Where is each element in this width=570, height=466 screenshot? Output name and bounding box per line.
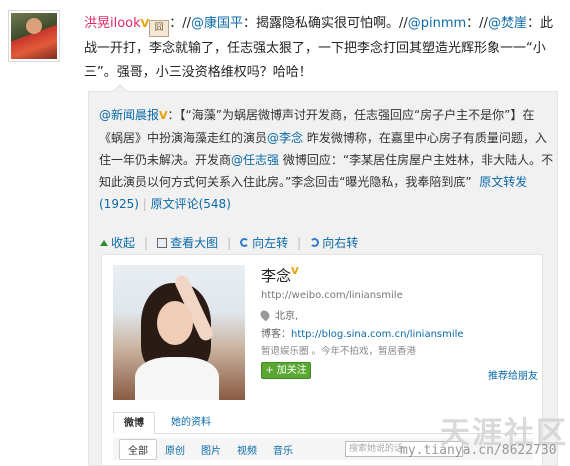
- verified-badge-icon: V: [140, 17, 150, 30]
- profile-url: http://weibo.com/liniansmile: [261, 290, 403, 301]
- recommend-link: 推荐给朋友: [488, 371, 538, 382]
- weibo-post: 洪晃ilookV 囧：//@康国平：揭露隐私确实很可怕啊。//@pinmm：//@…: [0, 0, 570, 466]
- filter-all: 全部: [119, 438, 157, 460]
- quoted-post-text: @新闻晨报V：【“海藻”为蜗居微博声讨开发商，任志强回应“房子户主不是你”】在《…: [99, 104, 554, 215]
- rotate-left-label: 向左转: [252, 236, 289, 250]
- photo-face: [157, 301, 193, 345]
- profile-location: 北京,: [258, 307, 299, 322]
- rotate-left-button[interactable]: 向左转: [240, 234, 288, 251]
- mention-kangguoping[interactable]: @康国平: [191, 16, 243, 31]
- mention-pinmm[interactable]: @pinmm: [408, 16, 466, 31]
- quote-arrow-inner: [113, 86, 127, 93]
- enlarge-icon: [157, 237, 168, 248]
- emoticon-icon: 囧: [149, 20, 170, 37]
- mention-fenya[interactable]: @焚崖: [488, 16, 527, 31]
- quote-source[interactable]: @新闻晨报: [99, 108, 159, 122]
- location-pin-icon: [258, 308, 272, 321]
- watermark-url: my.tianya.cn/8622730: [400, 443, 557, 458]
- collapse-button[interactable]: 收起: [100, 234, 135, 251]
- tab-weibo: 微博: [113, 412, 155, 434]
- image-actions-bar: 收起 | 查看大图 | 向左转 | 向右转: [100, 234, 358, 251]
- filter-videos: 视频: [237, 445, 257, 457]
- tab-profile: 她的资料: [171, 417, 211, 428]
- view-large-button[interactable]: 查看大图: [157, 234, 218, 251]
- rotate-right-button[interactable]: 向右转: [310, 234, 358, 251]
- post-text-segment: ：揭露隐私确实很可怕啊。//: [242, 16, 408, 31]
- rotate-right-icon: [310, 238, 320, 247]
- blog-url: http://blog.sina.com.cn/liniansmile: [291, 329, 464, 340]
- collapse-label: 收起: [111, 236, 136, 250]
- mention-renzhiqiang[interactable]: @任志强: [231, 153, 279, 167]
- action-separator: |: [144, 235, 149, 250]
- post-text-segment: ：//: [466, 16, 488, 31]
- action-separator: |: [227, 235, 232, 250]
- filter-images: 图片: [201, 445, 221, 457]
- blog-label: 博客：: [261, 329, 291, 340]
- mention-linian[interactable]: @李念: [267, 131, 303, 145]
- action-separator: |: [297, 235, 302, 250]
- post-body: 洪晃ilookV 囧：//@康国平：揭露隐私确实很可怕啊。//@pinmm：//@…: [84, 12, 562, 85]
- view-large-label: 查看大图: [170, 236, 219, 250]
- rotate-right-label: 向右转: [322, 236, 359, 250]
- original-comment-link[interactable]: 原文评论(548): [151, 197, 231, 211]
- profile-verified-badge-icon: V: [291, 266, 299, 277]
- post-text-segment: ：: [526, 16, 540, 31]
- avatar-image: [11, 13, 57, 59]
- profile-name: 李念: [261, 267, 292, 285]
- arrow-up-icon: [100, 239, 108, 246]
- profile-tags: 暂退娱乐圈 。今年不拍戏，暂居香港: [261, 346, 417, 357]
- filter-original: 原创: [165, 445, 185, 457]
- post-text-segment: ：//: [169, 16, 191, 31]
- profile-blog: 博客：http://blog.sina.com.cn/liniansmile: [261, 325, 464, 340]
- link-separator: |: [142, 197, 147, 211]
- profile-photo: [113, 265, 245, 400]
- photo-dress: [135, 357, 219, 400]
- profile-location-text: 北京,: [275, 311, 299, 322]
- filter-music: 音乐: [273, 445, 293, 457]
- follow-button: + 加关注: [261, 362, 311, 379]
- author-name[interactable]: 洪晃ilook: [84, 16, 141, 31]
- rotate-left-icon: [240, 238, 250, 247]
- author-avatar[interactable]: [8, 10, 60, 62]
- quote-verified-badge-icon: V: [159, 109, 168, 122]
